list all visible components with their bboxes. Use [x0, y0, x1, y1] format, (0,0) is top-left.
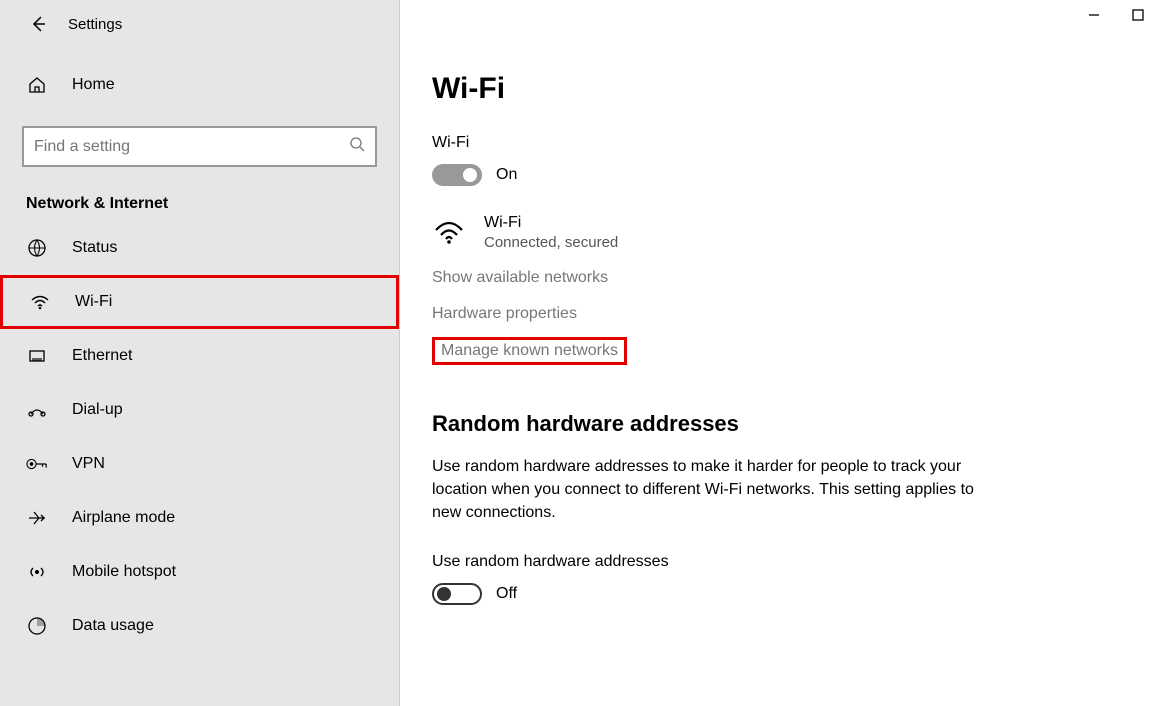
minimize-button[interactable] [1087, 8, 1101, 22]
sidebar-item-hotspot[interactable]: Mobile hotspot [0, 545, 399, 599]
main-panel: Wi-Fi Wi-Fi On Wi-Fi Connected, secured … [400, 0, 1165, 706]
search-box[interactable] [22, 126, 377, 167]
sidebar-item-label: Ethernet [72, 347, 132, 365]
sidebar-item-label: VPN [72, 455, 105, 473]
sidebar-section-header: Network & Internet [0, 167, 399, 221]
sidebar-item-label: Wi-Fi [75, 293, 112, 311]
random-addresses-label: Use random hardware addresses [432, 553, 1125, 571]
search-input[interactable] [34, 138, 349, 156]
home-icon [26, 74, 48, 96]
sidebar-home[interactable]: Home [0, 64, 399, 106]
wifi-connection-status: Connected, secured [484, 234, 618, 251]
data-usage-icon [26, 615, 48, 637]
sidebar-item-label: Data usage [72, 617, 154, 635]
ethernet-icon [26, 345, 48, 367]
hotspot-icon [26, 561, 48, 583]
wifi-signal-icon [432, 216, 466, 249]
airplane-icon [26, 507, 48, 529]
random-addresses-toggle-state: Off [496, 585, 517, 603]
sidebar-item-label: Airplane mode [72, 509, 175, 527]
maximize-button[interactable] [1131, 8, 1145, 22]
dialup-icon [26, 399, 48, 421]
sidebar-item-dialup[interactable]: Dial-up [0, 383, 399, 437]
random-addresses-desc: Use random hardware addresses to make it… [432, 455, 992, 525]
hardware-properties-link[interactable]: Hardware properties [432, 305, 1125, 323]
sidebar: Settings Home Network & Internet Status … [0, 0, 400, 706]
sidebar-item-status[interactable]: Status [0, 221, 399, 275]
random-addresses-title: Random hardware addresses [432, 411, 1125, 437]
sidebar-item-label: Status [72, 239, 117, 257]
manage-known-networks-link[interactable]: Manage known networks [432, 337, 627, 365]
sidebar-item-airplane[interactable]: Airplane mode [0, 491, 399, 545]
settings-title: Settings [68, 16, 122, 33]
wifi-status-row[interactable]: Wi-Fi Connected, secured [432, 214, 1125, 251]
wifi-section-label: Wi-Fi [432, 134, 1125, 152]
sidebar-home-label: Home [72, 76, 115, 94]
search-icon [349, 136, 365, 157]
wifi-toggle[interactable] [432, 164, 482, 186]
page-title: Wi-Fi [432, 72, 1125, 106]
back-button[interactable] [28, 14, 48, 34]
random-addresses-toggle[interactable] [432, 583, 482, 605]
sidebar-item-wifi[interactable]: Wi-Fi [0, 275, 399, 329]
globe-icon [26, 237, 48, 259]
sidebar-item-ethernet[interactable]: Ethernet [0, 329, 399, 383]
show-available-networks-link[interactable]: Show available networks [432, 269, 1125, 287]
wifi-icon [29, 291, 51, 313]
sidebar-item-datausage[interactable]: Data usage [0, 599, 399, 637]
wifi-toggle-state: On [496, 166, 517, 184]
vpn-icon [26, 453, 48, 475]
sidebar-item-vpn[interactable]: VPN [0, 437, 399, 491]
sidebar-item-label: Dial-up [72, 401, 123, 419]
wifi-network-name: Wi-Fi [484, 214, 618, 232]
sidebar-item-label: Mobile hotspot [72, 563, 176, 581]
